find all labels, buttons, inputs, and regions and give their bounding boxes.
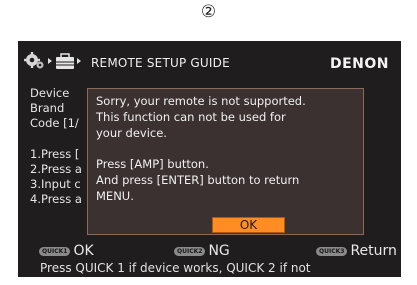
gear-icon xyxy=(24,52,44,69)
dialog-message-line: MENU. xyxy=(96,189,134,203)
footer-hint: Press QUICK 1 if device works, QUICK 2 i… xyxy=(40,261,311,275)
header-icons xyxy=(24,52,81,69)
chevron-right-icon xyxy=(77,58,81,64)
dialog-message-line: And press [ENTER] button to return xyxy=(96,173,300,187)
quick3-badge: QUICK3 xyxy=(316,246,348,256)
device-label: Device xyxy=(30,86,70,100)
screen-header: REMOTE SETUP GUIDE DENON xyxy=(18,41,401,79)
quick1-badge: QUICK1 xyxy=(39,246,71,256)
step-marker: ② xyxy=(200,2,217,22)
dialog-message-line: your device. xyxy=(96,126,167,140)
code-label: Code [1/ xyxy=(30,116,79,130)
quick2-badge: QUICK2 xyxy=(174,246,206,256)
dialog-message-line: Press [AMP] button. xyxy=(96,157,209,171)
osd-screen: REMOTE SETUP GUIDE DENON Device Brand Co… xyxy=(18,41,401,277)
quick2-label: NG xyxy=(208,243,230,259)
ok-button[interactable]: OK xyxy=(212,217,285,233)
chevron-right-icon xyxy=(48,58,52,64)
instruction-step: 4.Press a xyxy=(30,192,82,206)
quick1-ok[interactable]: QUICK1 OK xyxy=(39,243,94,259)
quick1-label: OK xyxy=(73,243,94,259)
dialog-message-line: This function can not be used for xyxy=(96,110,286,124)
quick2-ng[interactable]: QUICK2 NG xyxy=(174,243,230,259)
instruction-step: 3.Input c xyxy=(30,177,81,191)
quick3-return[interactable]: QUICK3 Return xyxy=(316,243,397,259)
unsupported-remote-dialog: Sorry, your remote is not supported. Thi… xyxy=(87,88,364,235)
brand-label: Brand xyxy=(30,101,65,115)
screen-title: REMOTE SETUP GUIDE xyxy=(91,56,230,70)
briefcase-icon xyxy=(56,53,74,69)
instruction-step: 2.Press a xyxy=(30,162,82,176)
instruction-step: 1.Press [ xyxy=(30,147,80,161)
quick3-label: Return xyxy=(350,243,397,259)
dialog-message-line: Sorry, your remote is not supported. xyxy=(96,94,306,108)
brand-logo: DENON xyxy=(329,56,389,72)
